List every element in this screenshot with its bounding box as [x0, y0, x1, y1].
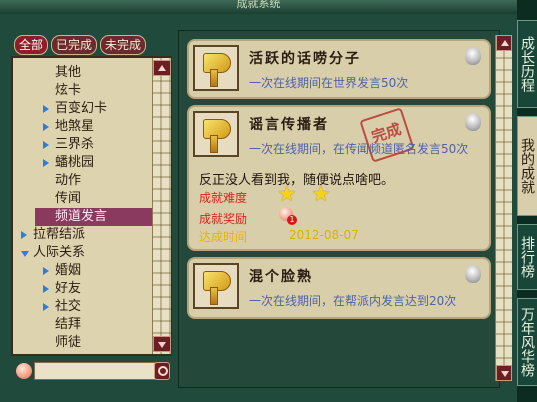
- tree-item-label: 好友: [55, 281, 82, 296]
- search-input[interactable]: [34, 362, 160, 380]
- filter-done-tab[interactable]: 已完成: [51, 35, 98, 55]
- collapsed-arrow-icon[interactable]: [43, 285, 49, 293]
- difficulty-star-icon: ★: [311, 182, 331, 207]
- tree-item[interactable]: 百变幻卡: [17, 100, 153, 118]
- side-tabs: 成长历程 我的成就 排行榜 万年风华榜: [517, 0, 537, 402]
- gem-icon: [465, 47, 481, 65]
- scroll-up-button[interactable]: [153, 60, 171, 76]
- tree-item-label: 蟠桃园: [55, 155, 95, 170]
- tree-item-label: 传闻: [55, 191, 82, 206]
- tree-item[interactable]: 传闻: [17, 190, 153, 208]
- tree-item-label: 动作: [55, 173, 82, 188]
- tree-item-label: 百变幻卡: [55, 101, 108, 116]
- expanded-arrow-icon[interactable]: [21, 251, 29, 257]
- achievement-title: 混个脸熟: [249, 269, 313, 285]
- tab-my-achievements[interactable]: 我的成就: [517, 116, 537, 216]
- category-panel: 其他炫卡百变幻卡地煞星三界杀蟠桃园动作传闻频道发言拉帮结派人际关系婚姻好友社交结…: [11, 56, 172, 356]
- difficulty-star-icon: ★: [277, 182, 297, 207]
- achievement-card[interactable]: 活跃的话唠分子 一次在线期间在世界发言50次: [187, 39, 491, 99]
- collapsed-arrow-icon[interactable]: [43, 159, 49, 167]
- category-tree: 其他炫卡百变幻卡地煞星三界杀蟠桃园动作传闻频道发言拉帮结派人际关系婚姻好友社交结…: [17, 64, 155, 352]
- achievement-title: 活跃的话唠分子: [249, 51, 361, 67]
- tree-item-label: 拉帮结派: [33, 227, 86, 242]
- search-bar: [12, 361, 170, 381]
- tree-item-label: 地煞星: [55, 119, 95, 134]
- tab-leaderboard[interactable]: 排行榜: [517, 224, 537, 290]
- tree-item[interactable]: 地煞星: [17, 118, 153, 136]
- completion-date: 2012-08-07: [289, 228, 359, 242]
- tree-item[interactable]: 婚姻: [17, 262, 153, 280]
- tree-item-label: 其他: [55, 65, 82, 80]
- collapsed-arrow-icon[interactable]: [43, 105, 49, 113]
- achievement-title: 谣言传播者: [249, 117, 329, 133]
- tree-item-label: 师徒: [55, 335, 82, 350]
- achievement-list-panel: 活跃的话唠分子 一次在线期间在世界发言50次 谣言传播者 完成 一次在线期间，在…: [178, 30, 512, 388]
- achievement-desc: 一次在线期间在世界发言50次: [249, 76, 409, 90]
- horn-icon: [193, 111, 239, 157]
- scroll-down-button[interactable]: [496, 365, 512, 381]
- collapsed-arrow-icon[interactable]: [43, 123, 49, 131]
- achievement-desc: 一次在线期间，在传闻频道匿名发言50次: [249, 142, 469, 156]
- filter-undone-tab[interactable]: 未完成: [100, 35, 147, 55]
- tree-item-label: 社交: [55, 299, 82, 314]
- window-title-bar[interactable]: 成就系统: [0, 0, 517, 14]
- tree-item-label: 炫卡: [55, 83, 82, 98]
- filter-all-tab[interactable]: 全部: [14, 35, 49, 55]
- tree-item-label: 婚姻: [55, 263, 82, 278]
- difficulty-label: 成就难度: [199, 191, 248, 205]
- collapsed-arrow-icon[interactable]: [21, 231, 27, 239]
- category-scrollbar[interactable]: [152, 58, 171, 354]
- search-button[interactable]: [154, 362, 170, 380]
- tree-item[interactable]: 结拜: [17, 316, 153, 334]
- achievement-card[interactable]: 混个脸熟 一次在线期间，在帮派内发言达到20次: [187, 257, 491, 319]
- tree-item[interactable]: 蟠桃园: [17, 154, 153, 172]
- tree-item-label: 结拜: [55, 317, 82, 332]
- peach-icon: [16, 363, 32, 379]
- tree-item[interactable]: 人际关系: [17, 244, 153, 262]
- window-title: 成就系统: [236, 0, 281, 10]
- tree-item[interactable]: 炫卡: [17, 82, 153, 100]
- reward-label: 成就奖励: [199, 212, 248, 226]
- achievement-desc: 一次在线期间，在帮派内发言达到20次: [249, 294, 457, 308]
- tree-item[interactable]: 拉帮结派: [17, 226, 153, 244]
- horn-icon: [193, 45, 239, 91]
- tree-item[interactable]: 好友: [17, 280, 153, 298]
- tree-item[interactable]: 社交: [17, 298, 153, 316]
- tree-item[interactable]: 师徒: [17, 334, 153, 352]
- tree-item[interactable]: 动作: [17, 172, 153, 190]
- time-label: 达成时间: [199, 230, 248, 244]
- tree-item[interactable]: 三界杀: [17, 136, 153, 154]
- achievement-window: 成就系统 全部 已完成 未完成 其他炫卡百变幻卡地煞星三界杀蟠桃园动作传闻频道发…: [0, 0, 519, 402]
- collapsed-arrow-icon[interactable]: [43, 303, 49, 311]
- filter-tabs: 全部 已完成 未完成: [14, 35, 147, 55]
- reward-count-badge: 1: [287, 215, 297, 225]
- tab-growth-history[interactable]: 成长历程: [517, 20, 537, 108]
- tree-item[interactable]: 其他: [17, 64, 153, 82]
- gem-icon: [465, 113, 481, 131]
- tree-item-label: 频道发言: [55, 209, 108, 224]
- tree-item-label: 人际关系: [33, 245, 86, 260]
- tree-item-label: 三界杀: [55, 137, 95, 152]
- collapsed-arrow-icon[interactable]: [43, 141, 49, 149]
- horn-icon: [193, 263, 239, 309]
- collapsed-arrow-icon[interactable]: [43, 267, 49, 275]
- achievement-card-expanded[interactable]: 谣言传播者 完成 一次在线期间，在传闻频道匿名发言50次 反正没人看到我，随便说…: [187, 105, 491, 251]
- tab-wannian-fenghua[interactable]: 万年风华榜: [517, 298, 537, 386]
- achievement-scrollbar[interactable]: [495, 35, 512, 381]
- tree-item[interactable]: 频道发言: [17, 208, 155, 226]
- scroll-down-button[interactable]: [153, 336, 171, 352]
- scroll-up-button[interactable]: [496, 35, 512, 51]
- gem-icon: [465, 265, 481, 283]
